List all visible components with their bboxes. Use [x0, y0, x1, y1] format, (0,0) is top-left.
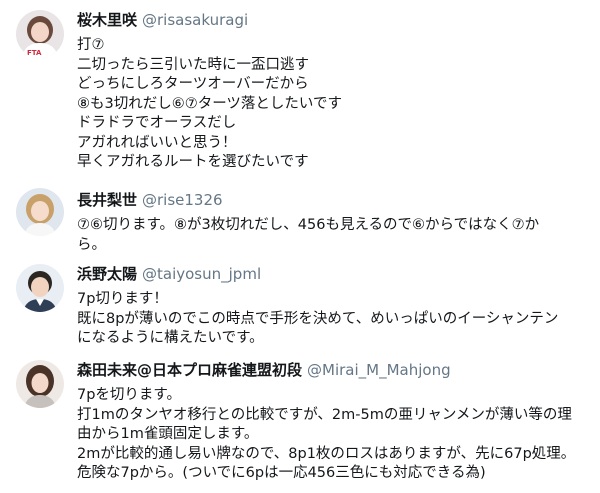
user-handle[interactable]: @risasakuragi — [142, 11, 248, 29]
tweet-header: 浜野太陽 @taiyosun_jpml — [77, 264, 586, 284]
user-avatar-icon[interactable] — [16, 264, 64, 312]
user-avatar-icon[interactable] — [16, 188, 64, 236]
tweet-line: 打⑦ — [77, 37, 105, 53]
tweet-line: アガれればいいと思う！ — [77, 134, 237, 151]
tweet-text: ⑦⑥切ります。⑧が3枚切れだし、456も見えるので⑥からではなく⑦か ら。 — [77, 216, 586, 255]
user-handle[interactable]: @Mirai_M_Mahjong — [307, 361, 451, 379]
tweet-text: 打⑦ 二切ったら三引いた時に一盃口逃す どっちにしろターツオーバーだから ⑧も3… — [77, 36, 586, 173]
tweet-feed: FTA 桜木里咲 @risasakuragi 打⑦ 二切ったら三引いた時に一盃口逃… — [0, 0, 600, 493]
user-avatar-icon[interactable] — [16, 360, 64, 408]
tweet-text: 7pを切ります。 打1mのタンヤオ移行との比較ですが、2m-5mの亜リャンメンが… — [77, 386, 586, 484]
tweet-line: 既に8pが薄いのでこの時点で手形を決めて、めいっぱいのイーシャンテン — [77, 310, 559, 327]
tweet-header: 桜木里咲 @risasakuragi — [77, 10, 586, 30]
tweet-line: 2mが比較的通し易い牌なので、8p1枚のロスはありますが、先に67p処理。 — [77, 445, 576, 462]
user-avatar-icon[interactable]: FTA — [16, 10, 64, 58]
tweet-text: 7p切ります！ 既に8pが薄いのでこの時点で手形を決めて、めいっぱいのイーシャン… — [77, 290, 586, 349]
display-name[interactable]: 長井梨世 — [77, 191, 137, 209]
tweet-line: 由から1m雀頭固定します。 — [77, 426, 259, 442]
tweet-line: ⑦⑥切ります。⑧が3枚切れだし、456も見えるので⑥からではなく⑦か — [77, 217, 540, 233]
tweet-line: 危険な7pから。(ついでに6pは一応456三色にも対応できる為) — [77, 465, 486, 481]
display-name[interactable]: 浜野太陽 — [77, 265, 137, 283]
tweet-line: になるように構えたいです。 — [77, 330, 264, 346]
tweet-line: 7p切ります！ — [77, 291, 168, 307]
tweet-line: ら。 — [77, 236, 106, 253]
tweet-line: ⑧も3切れだし⑥⑦ターツ落としたいです — [77, 95, 342, 112]
svg-text:FTA: FTA — [27, 49, 42, 57]
tweet-header: 長井梨世 @rise1326 — [77, 190, 586, 210]
tweet-line: ドラドラでオーラスだし — [77, 115, 237, 131]
display-name[interactable]: 桜木里咲 — [77, 11, 137, 29]
tweet-line: 打1mのタンヤオ移行との比較ですが、2m-5mの亜リャンメンが薄い等の理 — [77, 406, 572, 423]
display-name[interactable]: 森田未来@日本プロ麻雀連盟初段 — [77, 361, 302, 379]
tweet-line: 7pを切ります。 — [77, 387, 181, 403]
tweet-line: 二切ったら三引いた時に一盃口逃す — [77, 56, 309, 73]
tweet-line: どっちにしろターツオーバーだから — [77, 76, 309, 92]
user-handle[interactable]: @rise1326 — [142, 191, 223, 209]
tweet-header: 森田未来@日本プロ麻雀連盟初段 @Mirai_M_Mahjong — [77, 360, 586, 380]
user-handle[interactable]: @taiyosun_jpml — [142, 265, 261, 283]
tweet-line: 早くアガれるルートを選びたいです — [77, 154, 309, 170]
